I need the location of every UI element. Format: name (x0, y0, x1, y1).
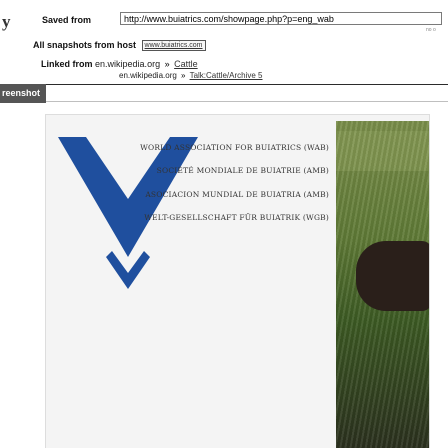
linked-host-2[interactable]: en.wikipedia.org (119, 71, 177, 80)
org-name-es: ASOCIACION MUNDIAL DE BUIATRIA (AMB) (145, 190, 329, 199)
linked-from-label: Linked from (41, 59, 93, 69)
tab-bar-rule (0, 84, 448, 85)
org-name-de: WELT-GESELLSCHAFT FÜR BUIATRIK (WGB) (144, 213, 329, 222)
breadcrumb-separator: » (164, 59, 170, 69)
linked-page-1[interactable]: Cattle (174, 59, 198, 69)
corner-tiny-text: no o (426, 27, 436, 33)
saved-url-field[interactable]: http://www.buiatrics.com/showpage.php?p=… (120, 12, 442, 25)
breadcrumb-separator: » (181, 71, 186, 80)
tab-screenshot[interactable]: reenshot (0, 84, 46, 103)
all-snapshots-link[interactable]: All snapshots (33, 40, 92, 50)
linked-from-row: Linked from en.wikipedia.org » Cattle (41, 59, 198, 69)
linked-from-row-2: en.wikipedia.org » Talk:Cattle/Archive 5 (119, 71, 263, 80)
from-host-label: from host (94, 40, 137, 50)
cattle-photo (336, 121, 429, 448)
host-link[interactable]: www.buiatrics.com (141, 40, 206, 52)
linked-host-1[interactable]: en.wikipedia.org (95, 59, 160, 69)
archive-logo-fragment: y (2, 12, 11, 31)
snapshots-row: All snapshots from host www.buiatrics.co… (33, 40, 206, 52)
org-name-en: WORLD ASSOCIATION FOR BUIATRICS (WAB) (140, 143, 329, 152)
archived-screenshot: WORLD ASSOCIATION FOR BUIATRICS (WAB) SO… (0, 108, 448, 448)
page-banner: WORLD ASSOCIATION FOR BUIATRICS (WAB) SO… (45, 114, 430, 448)
org-name-fr: SOCIÉTÉ MONDIALE DE BUIATRIE (AMB) (156, 166, 329, 175)
linked-page-2[interactable]: Talk:Cattle/Archive 5 (190, 71, 263, 80)
content-divider (46, 101, 448, 102)
saved-from-label: Saved from (42, 15, 92, 25)
cow-shape (356, 241, 429, 311)
